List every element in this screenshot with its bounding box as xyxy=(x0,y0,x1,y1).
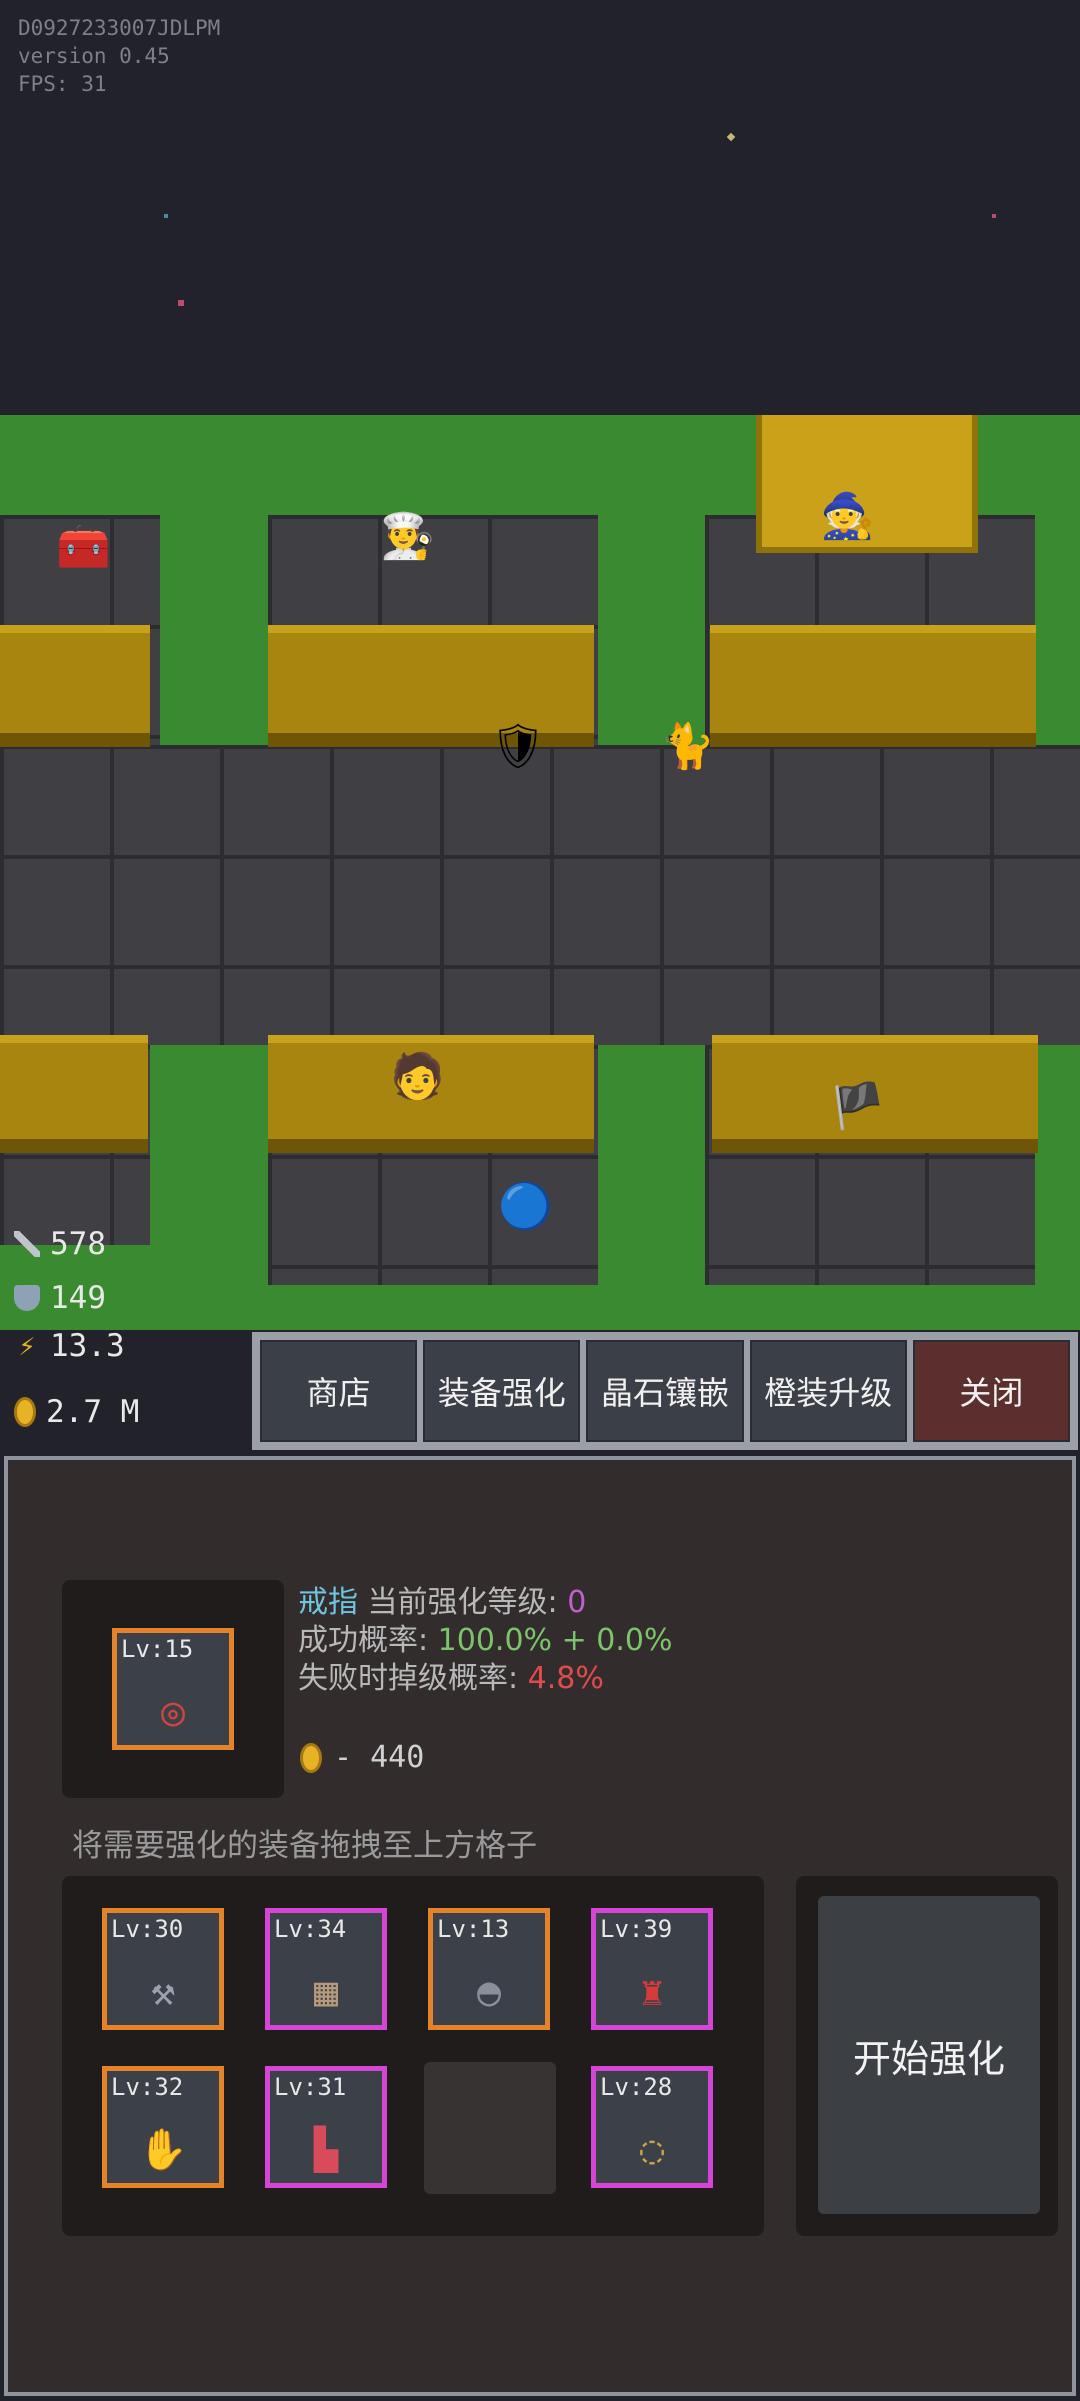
current-level-label: 当前强化等级: xyxy=(367,1585,558,1620)
device-id: D0927233007JDLPM xyxy=(18,16,221,40)
gold-coin-icon xyxy=(300,1742,322,1773)
inventory-slot[interactable]: Lv:28 ◌ xyxy=(591,2066,713,2188)
game-world[interactable]: 👨‍🍳 🧙 🛡 🐈 🧑 🏴 🧰 🔵 xyxy=(0,415,1080,1330)
lightning-icon: ⚡ xyxy=(18,1329,36,1362)
shield-icon xyxy=(14,1285,40,1311)
speed-stat: ⚡ 13.3 xyxy=(14,1328,125,1364)
success-label: 成功概率: xyxy=(298,1623,429,1658)
start-enhance-button[interactable]: 开始强化 xyxy=(818,1896,1040,2214)
star-decoration xyxy=(992,214,996,218)
item-level: Lv:32 xyxy=(111,2073,184,2101)
stone-floor xyxy=(0,745,1080,1045)
star-decoration xyxy=(178,300,184,306)
item-level: Lv:31 xyxy=(274,2073,347,2101)
ring-icon: ◎ xyxy=(160,1689,186,1735)
inventory-slot[interactable]: Lv:39 ♜ xyxy=(591,1908,713,2030)
item-level: Lv:34 xyxy=(274,1915,347,1943)
necklace-icon: ◌ xyxy=(639,2127,665,2173)
crystal-orbs[interactable]: 🔵 xyxy=(498,1185,553,1229)
inventory-grid: Lv:30 ⚒ Lv:34 ▦ Lv:13 ◓ Lv:39 ♜ Lv:32 ✋ … xyxy=(62,1876,764,2236)
version-text: version 0.45 xyxy=(18,44,170,68)
tab-shop[interactable]: 商店 xyxy=(260,1340,418,1442)
target-slot-area[interactable]: Lv:15 ◎ xyxy=(62,1580,284,1798)
merchant-npc[interactable]: 🧑 xyxy=(390,1055,445,1099)
attack-stat: 578 xyxy=(14,1226,106,1262)
inventory-slot[interactable]: Lv:31 ▙ xyxy=(265,2066,387,2188)
inventory-slot[interactable]: Lv:34 ▦ xyxy=(265,1908,387,2030)
player-character[interactable]: 🛡 xyxy=(490,725,546,769)
gold-coin-icon xyxy=(14,1397,36,1427)
item-level: Lv:28 xyxy=(600,2073,673,2101)
enhance-info: 戒指 当前强化等级: 0 成功概率: 100.0% + 0.0% 失败时掉级概率… xyxy=(298,1584,672,1698)
cat-pet[interactable]: 🐈 xyxy=(660,725,715,769)
inventory-slot[interactable]: Lv:32 ✋ xyxy=(102,2066,224,2188)
debug-overlay: D0927233007JDLPM version 0.45 FPS: 31 xyxy=(18,14,220,98)
empty-inventory-slot[interactable] xyxy=(424,2062,556,2194)
defense-stat: 149 xyxy=(14,1280,106,1316)
target-item-slot[interactable]: Lv:15 ◎ xyxy=(112,1628,234,1750)
attack-value: 578 xyxy=(50,1226,106,1262)
item-name: 戒指 xyxy=(298,1585,358,1620)
boots-icon: ▙ xyxy=(313,2127,339,2173)
item-level: Lv:30 xyxy=(111,1915,184,1943)
gold-value: 2.7 M xyxy=(46,1394,140,1430)
tab-gem-inlay[interactable]: 晶石镶嵌 xyxy=(586,1340,744,1442)
success-value: 100.0% + 0.0% xyxy=(437,1623,673,1658)
sword-icon xyxy=(14,1231,40,1257)
pirate-npc[interactable]: 🏴 xyxy=(830,1085,885,1129)
inventory-slot[interactable]: Lv:30 ⚒ xyxy=(102,1908,224,2030)
tab-set-upgrade[interactable]: 橙装升级 xyxy=(749,1340,907,1442)
enhance-panel: Lv:15 ◎ 戒指 当前强化等级: 0 成功概率: 100.0% + 0.0%… xyxy=(4,1456,1076,2396)
chainmail-icon: ▦ xyxy=(313,1969,339,2015)
shop-menu-bar: 商店 装备强化 晶石镶嵌 橙装升级 关闭 xyxy=(252,1332,1078,1450)
shop-counter xyxy=(0,625,150,747)
inventory-slot[interactable]: Lv:13 ◓ xyxy=(428,1908,550,2030)
enhance-cost: - 440 xyxy=(300,1740,424,1775)
armor-icon: ♜ xyxy=(639,1969,665,2015)
shop-counter xyxy=(710,625,1036,747)
fps-counter: FPS: 31 xyxy=(18,72,107,96)
current-level-value: 0 xyxy=(567,1585,587,1620)
gold-stat: 2.7 M xyxy=(14,1394,139,1430)
tab-enhance[interactable]: 装备强化 xyxy=(423,1340,581,1442)
downgrade-value: 4.8% xyxy=(527,1661,604,1696)
defense-value: 149 xyxy=(50,1280,106,1316)
star-decoration xyxy=(164,214,168,218)
item-level: Lv:13 xyxy=(437,1915,510,1943)
shop-counter xyxy=(0,1035,148,1153)
axe-icon: ⚒ xyxy=(150,1969,176,2015)
speed-value: 13.3 xyxy=(50,1328,125,1364)
star-decoration xyxy=(726,132,736,142)
wizard-npc[interactable]: 🧙 xyxy=(820,495,875,539)
blacksmith-npc[interactable]: 👨‍🍳 xyxy=(380,515,435,559)
item-level: Lv:15 xyxy=(121,1635,194,1663)
gloves-icon: ✋ xyxy=(138,2127,188,2173)
drag-hint: 将需要强化的装备拖拽至上方格子 xyxy=(72,1828,537,1864)
cost-value: - 440 xyxy=(334,1740,425,1775)
helmet-icon: ◓ xyxy=(476,1969,502,2015)
item-level: Lv:39 xyxy=(600,1915,673,1943)
start-button-area: 开始强化 xyxy=(796,1876,1058,2236)
close-button[interactable]: 关闭 xyxy=(912,1340,1071,1442)
downgrade-label: 失败时掉级概率: xyxy=(298,1661,519,1696)
treasure-chest[interactable]: 🧰 xyxy=(56,525,111,569)
